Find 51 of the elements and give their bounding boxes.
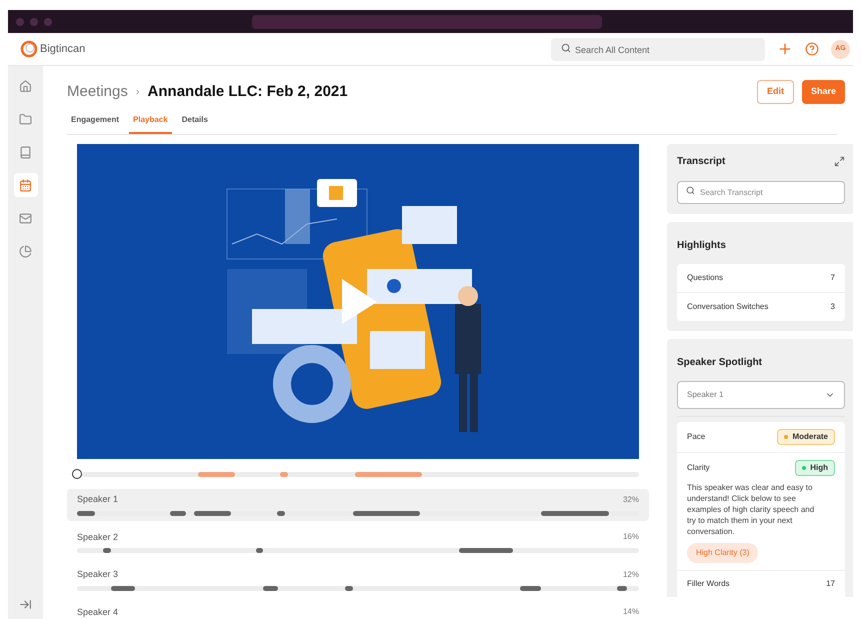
pie-chart-icon (19, 244, 32, 258)
panel-title: Speaker Spotlight (677, 357, 762, 368)
book-icon (19, 146, 32, 158)
search-icon (561, 42, 571, 53)
tab[interactable]: Details (178, 114, 212, 134)
clarity-examples-button[interactable]: High Clarity (3) (687, 543, 758, 563)
panel-title: Highlights (677, 240, 726, 251)
highlight-count: 7 (830, 272, 835, 284)
mail-icon (19, 212, 32, 224)
speaker-percent: 14% (622, 606, 639, 618)
speaker-name: Speaker 4 (77, 606, 118, 619)
speaker-row[interactable]: Speaker 1 32% (67, 489, 649, 520)
speaker-name: Speaker 3 (77, 568, 118, 581)
speaker-percent: 32% (622, 494, 639, 506)
search-field[interactable]: Search Transcript (677, 181, 845, 204)
expand-icon[interactable] (834, 156, 845, 167)
metric-count: 17 (826, 578, 835, 590)
panel-title: Transcript (677, 155, 726, 169)
highlight-label: Conversation Switches (687, 301, 768, 313)
logo-icon (20, 40, 38, 58)
page-title: Annandale LLC: Feb 2, 2021 (148, 82, 348, 102)
collapse-sidebar-icon[interactable] (19, 598, 32, 611)
speaker-percent: 16% (622, 531, 639, 544)
breadcrumb-separator: › (136, 84, 140, 100)
logo-text: Bigtincan (40, 42, 86, 57)
speaker-name: Speaker 2 (77, 530, 118, 544)
breadcrumb-link[interactable]: Meetings (67, 80, 128, 104)
sidebar-item[interactable] (14, 173, 38, 197)
folder-icon (19, 112, 32, 126)
metric-label: Filler Words (687, 578, 730, 590)
calendar-icon (19, 178, 32, 192)
share-button[interactable]: Share (802, 80, 845, 104)
search-icon (686, 186, 695, 195)
metric-label: Clarity (687, 462, 710, 474)
highlight-count: 3 (830, 301, 835, 313)
metric-label: Pace (687, 431, 706, 443)
add-icon[interactable] (777, 41, 793, 57)
speaker-name: Speaker 1 (77, 493, 118, 506)
tab[interactable]: Engagement (67, 114, 124, 134)
search-field[interactable]: Search All Content (551, 38, 765, 62)
playhead-handle[interactable] (72, 469, 82, 479)
help-icon[interactable] (805, 42, 819, 56)
status-badge: High (795, 460, 835, 476)
highlight-label: Questions (687, 272, 724, 284)
edit-button[interactable]: Edit (756, 80, 794, 104)
tab[interactable]: Playback (129, 114, 172, 134)
metric-description: This speaker was clear and easy to understand! Click below to see examples of high clarity speech and try to match them in your next conversation. (687, 482, 816, 537)
speaker-percent: 12% (622, 568, 639, 581)
speaker-select[interactable]: Speaker 1 (677, 381, 845, 409)
home-icon (19, 80, 32, 92)
status-badge: Moderate (777, 429, 835, 445)
